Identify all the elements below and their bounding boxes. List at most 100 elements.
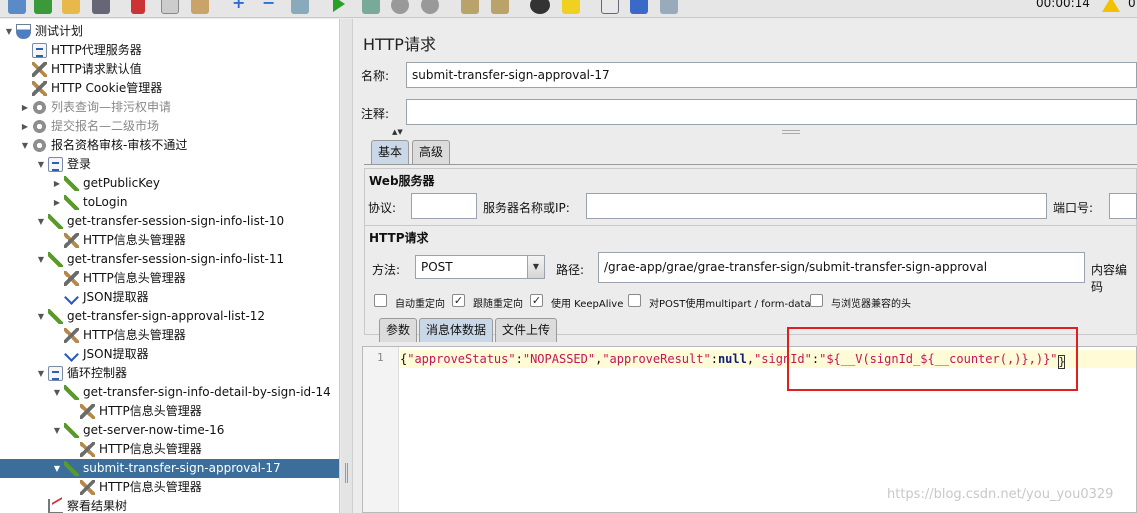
tab-file-upload[interactable]: 文件上传 xyxy=(495,318,558,342)
tree-node[interactable]: 察看结果树 xyxy=(0,497,338,513)
tree-node[interactable]: JSON提取器 xyxy=(0,288,338,307)
toggle-icon[interactable] xyxy=(291,0,309,14)
help-icon[interactable] xyxy=(630,0,648,14)
collapsed-toggle-icon[interactable]: ▶ xyxy=(20,98,30,117)
tree-node[interactable]: ▼ 测试计划 xyxy=(0,22,338,41)
tree-node[interactable]: HTTP代理服务器 xyxy=(0,41,338,60)
paste-icon[interactable] xyxy=(191,0,209,14)
horizontal-splitter[interactable]: ▲▼ xyxy=(354,128,1137,136)
expanded-toggle-icon[interactable]: ▼ xyxy=(52,421,62,440)
expanded-toggle-icon[interactable]: ▼ xyxy=(20,136,30,155)
tree-node[interactable]: ▼ get-transfer-sign-approval-list-12 xyxy=(0,307,338,326)
expanded-toggle-icon[interactable]: ▼ xyxy=(36,364,46,383)
port-field[interactable] xyxy=(1109,193,1137,219)
option-checkbox[interactable]: ✓ xyxy=(452,294,465,307)
collapsed-toggle-icon[interactable]: ▶ xyxy=(52,193,62,212)
tree-node[interactable]: HTTP请求默认值 xyxy=(0,60,338,79)
text-caret: } xyxy=(1057,355,1066,369)
tab-divider xyxy=(364,164,1137,165)
function-helper-icon[interactable] xyxy=(601,0,619,14)
option-checkbox[interactable] xyxy=(374,294,387,307)
tree-node[interactable]: ▶ 列表查询—排污权申请 xyxy=(0,98,338,117)
save-icon[interactable] xyxy=(92,0,110,14)
test-plan-tree[interactable]: ▼ 测试计划 HTTP代理服务器 HTTP请求默认值 HTTP Cookie管理器 ▶ 列表… xyxy=(0,19,340,513)
expanded-toggle-icon[interactable]: ▼ xyxy=(36,155,46,174)
tree-node[interactable]: ▶ 提交报名—二级市场 xyxy=(0,117,338,136)
templates-icon[interactable] xyxy=(8,0,26,14)
code-line[interactable]: {"approveStatus":"NOPASSED","approveResu… xyxy=(400,350,1066,369)
code-token: "${__V(signId_${__counter(,)},)}" xyxy=(819,352,1058,366)
expand-icon[interactable]: + xyxy=(232,0,250,14)
config-tabs: 基本 高级 xyxy=(371,140,1137,164)
chevron-down-icon[interactable]: ▼ xyxy=(527,256,544,278)
vertical-splitter[interactable] xyxy=(341,19,353,513)
tree-node[interactable]: ▼ get-transfer-session-sign-info-list-11 xyxy=(0,250,338,269)
expanded-toggle-icon[interactable]: ▼ xyxy=(36,250,46,269)
tree-node-label: 列表查询—排污权申请 xyxy=(51,100,172,114)
tree-node[interactable]: ▼ 循环控制器 xyxy=(0,364,338,383)
clear-icon[interactable] xyxy=(461,0,479,14)
start-icon[interactable] xyxy=(333,0,345,12)
tree-node[interactable]: HTTP信息头管理器 xyxy=(0,478,338,497)
tree-node-label: get-transfer-session-sign-info-list-10 xyxy=(67,214,285,228)
tree-node[interactable]: JSON提取器 xyxy=(0,345,338,364)
path-field[interactable]: /grae-app/grae/grae-transfer-sign/submit… xyxy=(598,252,1085,283)
tree-node[interactable]: HTTP信息头管理器 xyxy=(0,231,338,250)
tree-node[interactable]: ▼ get-transfer-sign-info-detail-by-sign-i… xyxy=(0,383,338,402)
start-no-pause-icon[interactable] xyxy=(362,0,380,14)
tab-basic[interactable]: 基本 xyxy=(371,140,410,164)
tree-node[interactable]: ▶ getPublicKey xyxy=(0,174,338,193)
splitter-grip[interactable] xyxy=(345,463,348,483)
tree-node[interactable]: ▼ submit-transfer-sign-approval-17 xyxy=(0,459,339,478)
code-token: "approveStatus" xyxy=(407,352,516,366)
tree-node[interactable]: HTTP信息头管理器 xyxy=(0,326,338,345)
tab-parameters[interactable]: 参数 xyxy=(379,318,418,342)
expanded-toggle-icon[interactable]: ▼ xyxy=(52,383,62,402)
tab-body-data[interactable]: 消息体数据 xyxy=(419,318,494,342)
tree-node[interactable]: HTTP信息头管理器 xyxy=(0,402,338,421)
clear-all-icon[interactable] xyxy=(491,0,509,14)
tree-node[interactable]: HTTP信息头管理器 xyxy=(0,440,338,459)
name-field[interactable]: submit-transfer-sign-approval-17 xyxy=(406,62,1137,88)
protocol-field[interactable] xyxy=(411,193,477,219)
tree-node[interactable]: HTTP Cookie管理器 xyxy=(0,79,338,98)
open-folder-icon[interactable] xyxy=(62,0,80,14)
collapsed-toggle-icon[interactable]: ▶ xyxy=(52,174,62,193)
test-plan-icon xyxy=(16,24,31,39)
tree-node[interactable]: ▼ get-transfer-session-sign-info-list-10 xyxy=(0,212,338,231)
tree-node[interactable]: HTTP信息头管理器 xyxy=(0,269,338,288)
split-grip[interactable] xyxy=(782,130,800,134)
warning-icon[interactable] xyxy=(1102,0,1120,12)
script-icon xyxy=(48,157,63,172)
tree-node[interactable]: ▼ get-server-now-time-16 xyxy=(0,421,338,440)
option-checkbox[interactable] xyxy=(628,294,641,307)
comment-field[interactable] xyxy=(406,99,1137,125)
copy-icon[interactable] xyxy=(161,0,179,14)
search-icon[interactable] xyxy=(530,0,550,14)
expanded-toggle-icon[interactable]: ▼ xyxy=(4,22,14,41)
cut-icon[interactable] xyxy=(131,0,145,14)
open-icon[interactable] xyxy=(34,0,52,14)
tree-node[interactable]: ▼ 登录 xyxy=(0,155,338,174)
collapse-icon[interactable]: − xyxy=(262,0,280,14)
method-select[interactable]: POST ▼ xyxy=(415,255,545,279)
option-checkbox[interactable] xyxy=(810,294,823,307)
collapsed-toggle-icon[interactable]: ▶ xyxy=(20,117,30,136)
split-arrows-icon[interactable]: ▲▼ xyxy=(392,128,403,136)
expanded-toggle-icon[interactable]: ▼ xyxy=(36,212,46,231)
expanded-toggle-icon[interactable]: ▼ xyxy=(52,459,62,478)
sampler-icon xyxy=(48,252,63,267)
tree-node-label: getPublicKey xyxy=(83,176,160,190)
shutdown-icon[interactable] xyxy=(421,0,439,14)
remote-icon[interactable] xyxy=(660,0,678,14)
option-checkbox[interactable]: ✓ xyxy=(530,294,543,307)
stop-icon[interactable] xyxy=(391,0,409,14)
server-field[interactable] xyxy=(586,193,1047,219)
tree-node[interactable]: ▼ 报名资格审核-审核不通过 xyxy=(0,136,338,155)
reset-search-icon[interactable] xyxy=(562,0,580,14)
expanded-toggle-icon[interactable]: ▼ xyxy=(36,307,46,326)
wrench-icon xyxy=(32,81,47,96)
tab-advanced[interactable]: 高级 xyxy=(412,140,451,164)
tree-node[interactable]: ▶ toLogin xyxy=(0,193,338,212)
